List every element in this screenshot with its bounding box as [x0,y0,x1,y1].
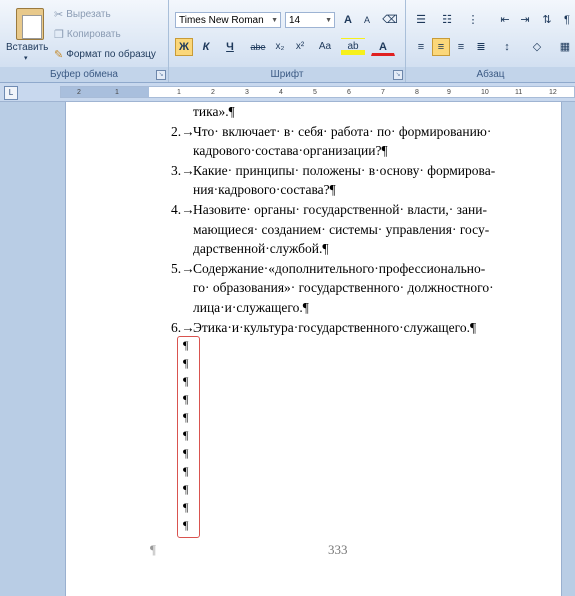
list-item-2: 2.→ Что· включает· в· себя· работа· по· … [171,123,492,159]
format-painter-button[interactable]: ✎ Формат по образцу [54,48,156,61]
font-group-label: Шрифт [169,67,405,82]
clipboard-launcher-icon[interactable]: ↘ [156,70,166,80]
numbering-icon[interactable]: ☷ [438,11,456,29]
line-spacing-icon[interactable]: ↕ [498,38,516,56]
empty-paragraph-mark: ¶ [183,446,189,460]
chevron-down-icon: ▾ [24,55,28,62]
paste-button[interactable]: Вставить ▾ [4,2,50,62]
document-body[interactable]: тика».¶ 2.→ Что· включает· в· себя· рабо… [171,102,496,337]
increase-indent-icon[interactable]: ⇥ [516,11,534,29]
shrink-font-button[interactable]: A [358,11,376,29]
brush-icon: ✎ [54,49,64,61]
ruler-left-margin [61,87,149,97]
empty-paragraph-mark: ¶ [183,518,189,532]
empty-paragraph-mark: ¶ [183,338,189,352]
list-item-4: 4.→ Назовите· органы· государственной· в… [171,201,490,257]
copy-button[interactable]: ❐ Копировать [54,28,121,41]
font-color-button[interactable]: A [371,38,395,56]
show-marks-icon[interactable]: ¶ [558,11,575,29]
tab-selector-icon[interactable]: L [4,86,18,100]
copy-icon: ❐ [54,29,64,41]
empty-paragraphs-highlight [177,336,200,538]
subscript-button[interactable]: x₂ [271,38,289,56]
superscript-button[interactable]: x² [291,38,309,56]
paragraph-group-label: Абзац [406,67,575,82]
clear-format-icon[interactable]: ⌫ [381,11,399,29]
document-page[interactable]: тика».¶ 2.→ Что· включает· в· себя· рабо… [65,102,562,596]
empty-paragraph-mark: ¶ [183,428,189,442]
font-size-select[interactable]: 14 ▼ [285,12,335,28]
strikethrough-button[interactable]: abe [247,38,269,56]
justify-icon[interactable]: ≣ [472,38,490,56]
underline-button[interactable]: Ч [221,38,239,56]
align-right-icon[interactable]: ≡ [452,38,470,56]
font-launcher-icon[interactable]: ↘ [393,70,403,80]
font-group: Times New Roman ▼ 14 ▼ A A ⌫ Ж К Ч abe x… [169,0,406,82]
list-item-3: 3.→ Какие· принципы· положены· в·основу·… [171,162,496,198]
clipboard-group: Вставить ▾ ✂ Вырезать ❐ Копировать ✎ Фор… [0,0,169,82]
bullets-icon[interactable]: ☰ [412,11,430,29]
highlight-icon[interactable]: ab [341,38,365,56]
align-left-icon[interactable]: ≡ [412,38,430,56]
clipboard-group-label: Буфер обмена [0,67,168,82]
ribbon: Вставить ▾ ✂ Вырезать ❐ Копировать ✎ Фор… [0,0,575,83]
paste-icon [16,8,44,40]
change-case-button[interactable]: Aa [313,38,337,56]
ruler-row: L 2 1 1 2 3 4 5 6 7 8 9 10 11 12 [0,83,575,102]
empty-paragraph-mark: ¶ [183,410,189,424]
cut-button[interactable]: ✂ Вырезать [54,8,111,21]
horizontal-ruler[interactable]: 2 1 1 2 3 4 5 6 7 8 9 10 11 12 [60,86,575,98]
list-item-6: 6.→ Этика·и·культура·государственного·сл… [171,319,477,335]
chevron-down-icon: ▼ [271,17,278,24]
empty-paragraph-mark: ¶ [183,482,189,496]
list-item-5: 5.→ Содержание·«дополнительного·професси… [171,260,494,315]
chevron-down-icon: ▼ [325,17,332,24]
borders-icon[interactable]: ▦ [556,38,574,56]
empty-paragraph-mark: ¶ [183,464,189,478]
footer-paragraph-mark: ¶ [150,542,156,557]
decrease-indent-icon[interactable]: ⇤ [496,11,514,29]
paragraph-group: ☰ ☷ ⋮ ⇤ ⇥ ⇅ ¶ ≡ ≡ ≡ ≣ ↕ ◇ ▦ Абзац [406,0,575,82]
shading-icon[interactable]: ◇ [528,38,546,56]
align-center-icon[interactable]: ≡ [432,38,450,56]
empty-paragraph-mark: ¶ [183,356,189,370]
empty-paragraph-mark: ¶ [183,500,189,514]
font-name-select[interactable]: Times New Roman ▼ [175,12,281,28]
paragraph-fragment: тика».¶ [193,104,235,119]
scissors-icon: ✂ [54,9,64,21]
grow-font-button[interactable]: A [339,11,357,29]
page-number: 333 [328,542,348,557]
multilevel-list-icon[interactable]: ⋮ [464,11,482,29]
bold-button[interactable]: Ж [175,38,193,56]
empty-paragraph-mark: ¶ [183,374,189,388]
sort-icon[interactable]: ⇅ [538,11,556,29]
italic-button[interactable]: К [197,38,215,56]
empty-paragraph-mark: ¶ [183,392,189,406]
